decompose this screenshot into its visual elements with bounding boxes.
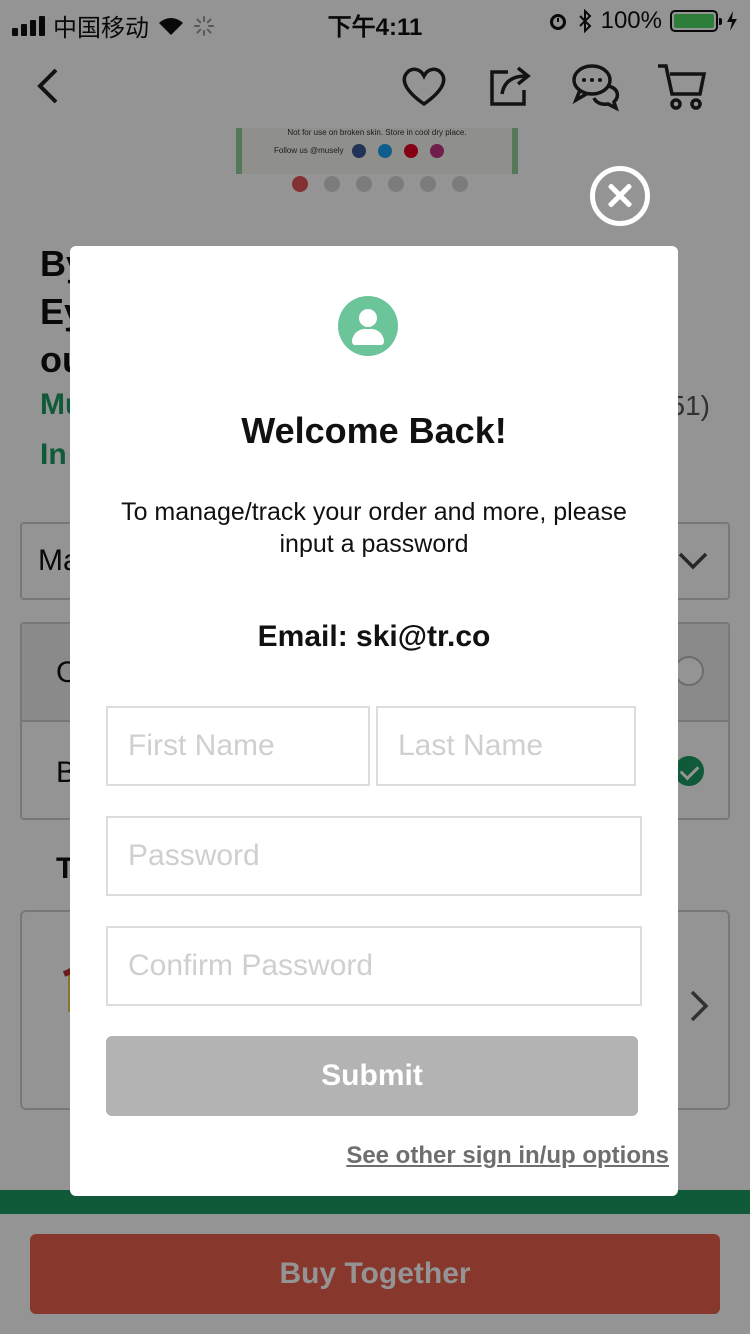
modal-subtitle: To manage/track your order and more, ple… <box>121 498 627 558</box>
last-name-input[interactable] <box>376 706 636 786</box>
confirm-password-input[interactable] <box>106 926 642 1006</box>
submit-button[interactable]: Submit <box>106 1036 638 1116</box>
sign-in-modal: Welcome Back! To manage/track your order… <box>70 246 678 1196</box>
user-avatar-icon <box>338 296 398 356</box>
close-icon[interactable] <box>590 166 650 226</box>
other-sign-in-options-link[interactable]: See other sign in/up options <box>346 1142 669 1170</box>
password-input[interactable] <box>106 816 642 896</box>
modal-title: Welcome Back! <box>241 410 507 451</box>
modal-email: Email: ski@tr.co <box>257 620 491 653</box>
first-name-input[interactable] <box>106 706 370 786</box>
